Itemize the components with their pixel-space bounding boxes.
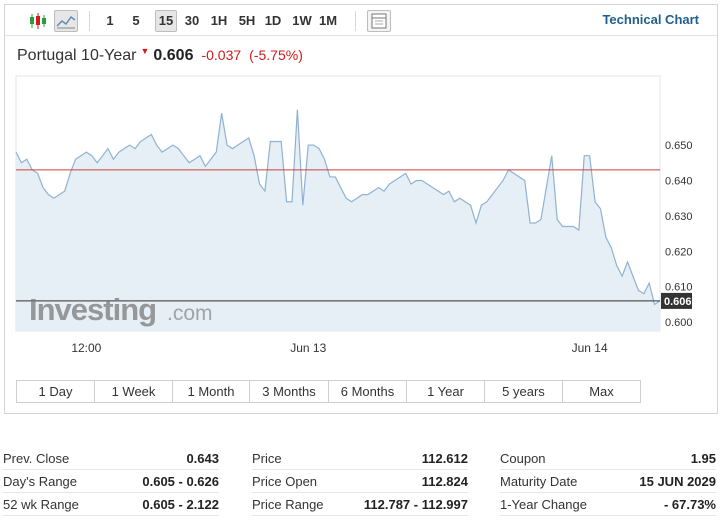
stat-value: 0.605 - 2.122 — [142, 497, 219, 512]
stats-column: Coupon 1.95 Maturity Date 15 JUN 2029 1-Year… — [500, 448, 716, 517]
chart-widget: Technical Chart 1 5 15 30 1H 5H 1D 1W 1M Portuga… — [4, 4, 718, 414]
time-range-selector: 1 Day 1 Week 1 Month 3 Months 6 Months 1 Year… — [16, 380, 641, 403]
stat-row: Maturity Date 15 JUN 2029 — [500, 471, 716, 493]
stat-row: Day's Range 0.605 - 0.626 — [3, 471, 219, 493]
watermark-suffix: .com — [167, 302, 213, 325]
stat-value: - 67.73% — [663, 497, 716, 512]
watermark-brand: Investing — [29, 292, 156, 327]
x-tick-label: 12:00 — [71, 341, 101, 355]
stat-label: Maturity Date — [500, 474, 578, 489]
range-button-max[interactable]: Max — [563, 381, 640, 402]
stat-row: Price 112.612 — [252, 448, 468, 470]
stat-value: 112.787 - 112.997 — [363, 497, 468, 512]
range-button-6-months[interactable]: 6 Months — [329, 381, 407, 402]
x-tick-label: Jun 14 — [572, 341, 608, 355]
y-tick-label: 0.600 — [665, 317, 693, 329]
range-button-1-year[interactable]: 1 Year — [407, 381, 485, 402]
stat-row: Coupon 1.95 — [500, 448, 716, 470]
stat-row: 52 wk Range 0.605 - 2.122 — [3, 494, 219, 516]
stat-label: Coupon — [500, 451, 546, 466]
stat-row: 1-Year Change - 67.73% — [500, 494, 716, 516]
last-price-badge-label: 0.606 — [664, 296, 692, 308]
stat-value: 112.824 — [421, 474, 468, 489]
stat-value: 112.612 — [421, 451, 468, 466]
stat-row: Price Open 112.824 — [252, 471, 468, 493]
range-button-1-day[interactable]: 1 Day — [17, 381, 95, 402]
stat-label: Price Range — [252, 497, 324, 512]
stat-value: 1.95 — [690, 451, 716, 466]
y-tick-label: 0.630 — [665, 211, 693, 223]
stats-column: Price 112.612 Price Open 112.824 Price Range… — [252, 448, 468, 517]
stat-row: Price Range 112.787 - 112.997 — [252, 494, 468, 516]
stat-label: Prev. Close — [3, 451, 70, 466]
price-chart[interactable]: 0.600 0.610 0.620 0.630 0.640 0.650 0.606 12:00… — [5, 5, 717, 375]
stat-label: Price Open — [252, 474, 318, 489]
y-tick-label: 0.640 — [665, 175, 693, 187]
y-tick-label: 0.620 — [665, 246, 693, 258]
range-button-3-months[interactable]: 3 Months — [250, 381, 329, 402]
stats-column: Prev. Close 0.643 Day's Range 0.605 - 0.626… — [3, 448, 219, 517]
stat-value: 0.605 - 0.626 — [142, 474, 219, 489]
x-tick-label: Jun 13 — [290, 341, 326, 355]
stat-label: Price — [252, 451, 282, 466]
stat-value: 0.643 — [186, 451, 219, 466]
range-button-1-month[interactable]: 1 Month — [173, 381, 250, 402]
stat-label: 52 wk Range — [3, 497, 79, 512]
range-button-5-years[interactable]: 5 years — [485, 381, 563, 402]
stat-value: 15 JUN 2029 — [639, 474, 716, 489]
y-tick-label: 0.610 — [665, 282, 693, 294]
stat-row: Prev. Close 0.643 — [3, 448, 219, 470]
y-tick-label: 0.650 — [665, 140, 693, 152]
stat-label: 1-Year Change — [500, 497, 587, 512]
stat-label: Day's Range — [3, 474, 78, 489]
range-button-1-week[interactable]: 1 Week — [95, 381, 173, 402]
